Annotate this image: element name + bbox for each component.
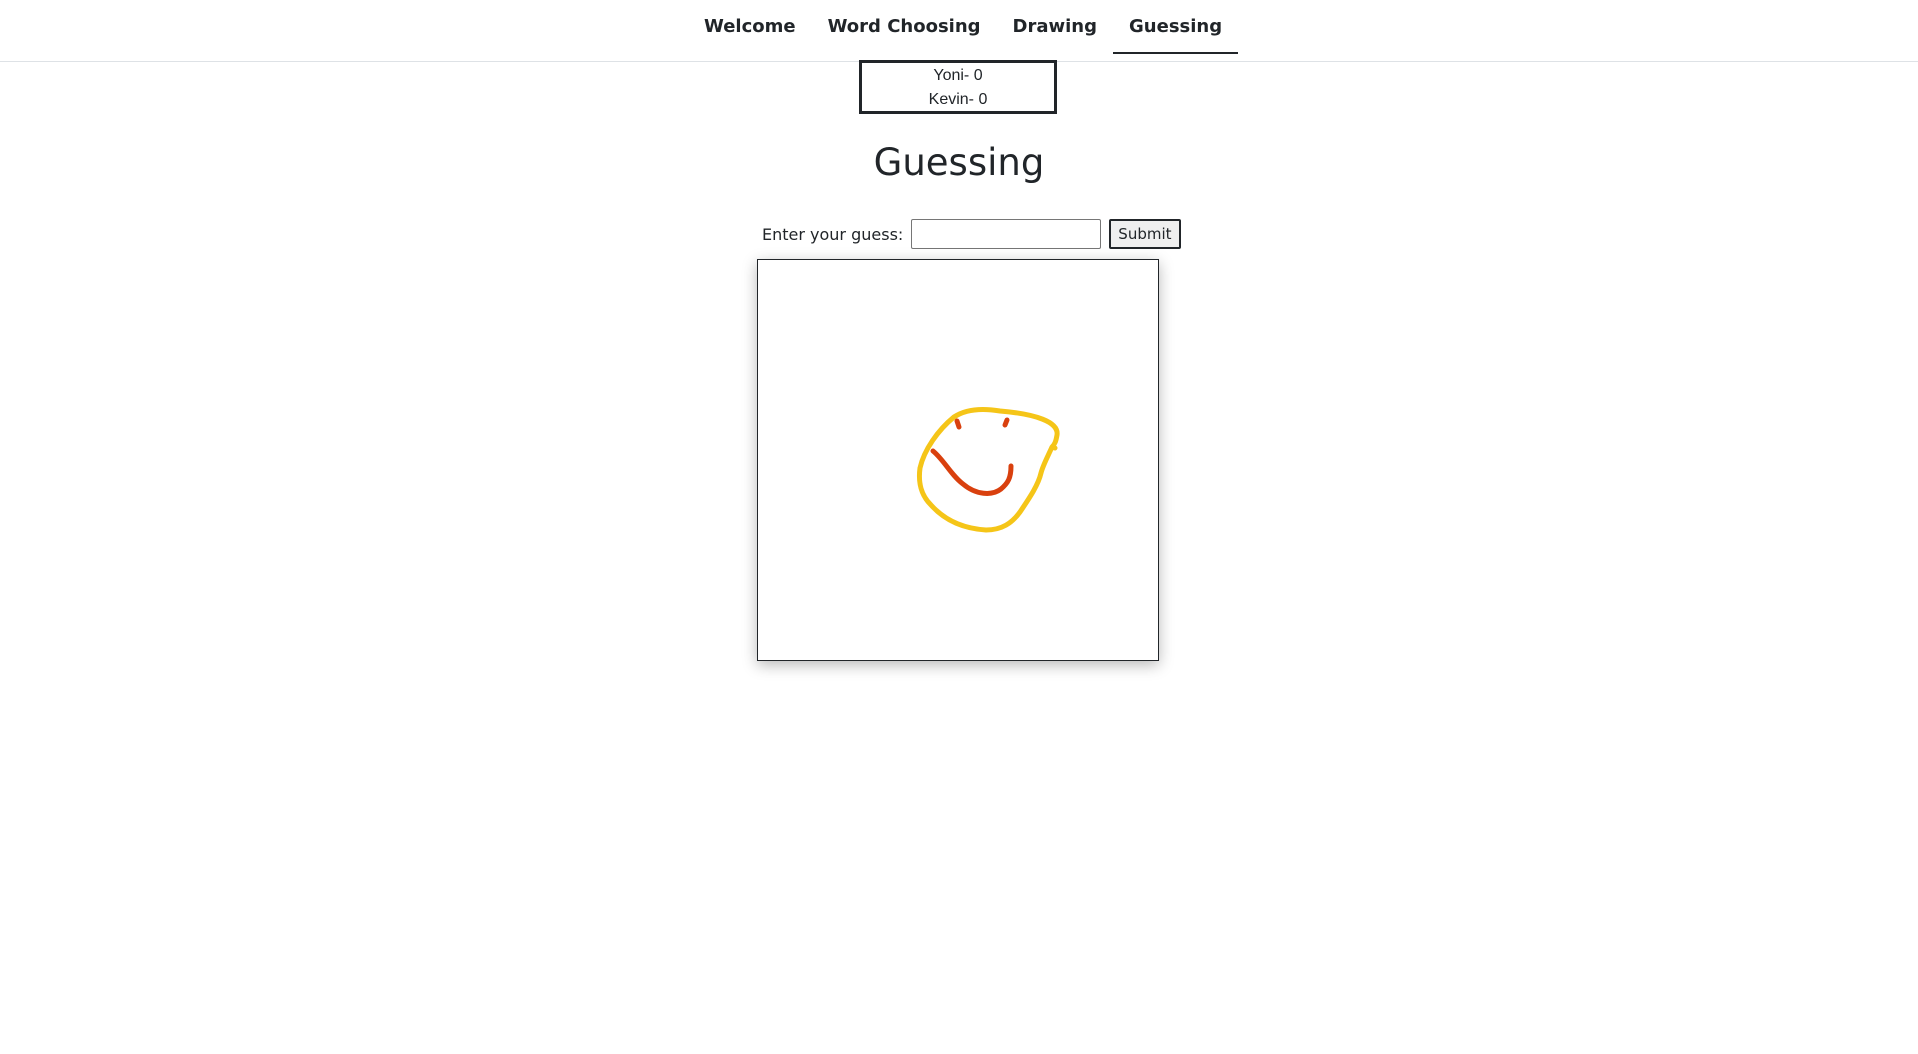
tab-drawing[interactable]: Drawing	[997, 0, 1113, 52]
page-title: Guessing	[873, 141, 1045, 184]
guess-input[interactable]	[911, 219, 1102, 249]
drawing-canvas[interactable]	[757, 259, 1159, 661]
score-entry: Kevin- 0	[928, 91, 988, 108]
tab-word-choosing[interactable]: Word Choosing	[812, 0, 997, 52]
submit-button[interactable]: Submit	[1109, 219, 1181, 249]
tab-welcome[interactable]: Welcome	[688, 0, 812, 52]
left-eye	[954, 418, 962, 430]
score-entry: Yoni- 0	[933, 67, 983, 84]
tab-guessing[interactable]: Guessing	[1113, 0, 1239, 54]
top-navbar: Welcome Word Choosing Drawing Guessing	[0, 0, 1918, 62]
guess-form: Enter your guess: Submit	[762, 219, 1181, 249]
smile	[930, 448, 1014, 496]
scoreboard: Yoni- 0 Kevin- 0	[859, 60, 1057, 114]
drawing-svg	[916, 406, 1060, 533]
nav-tabs: Welcome Word Choosing Drawing Guessing	[688, 0, 1239, 62]
right-eye	[1002, 417, 1010, 428]
face-outline	[916, 406, 1060, 533]
guess-label: Enter your guess:	[762, 224, 904, 244]
